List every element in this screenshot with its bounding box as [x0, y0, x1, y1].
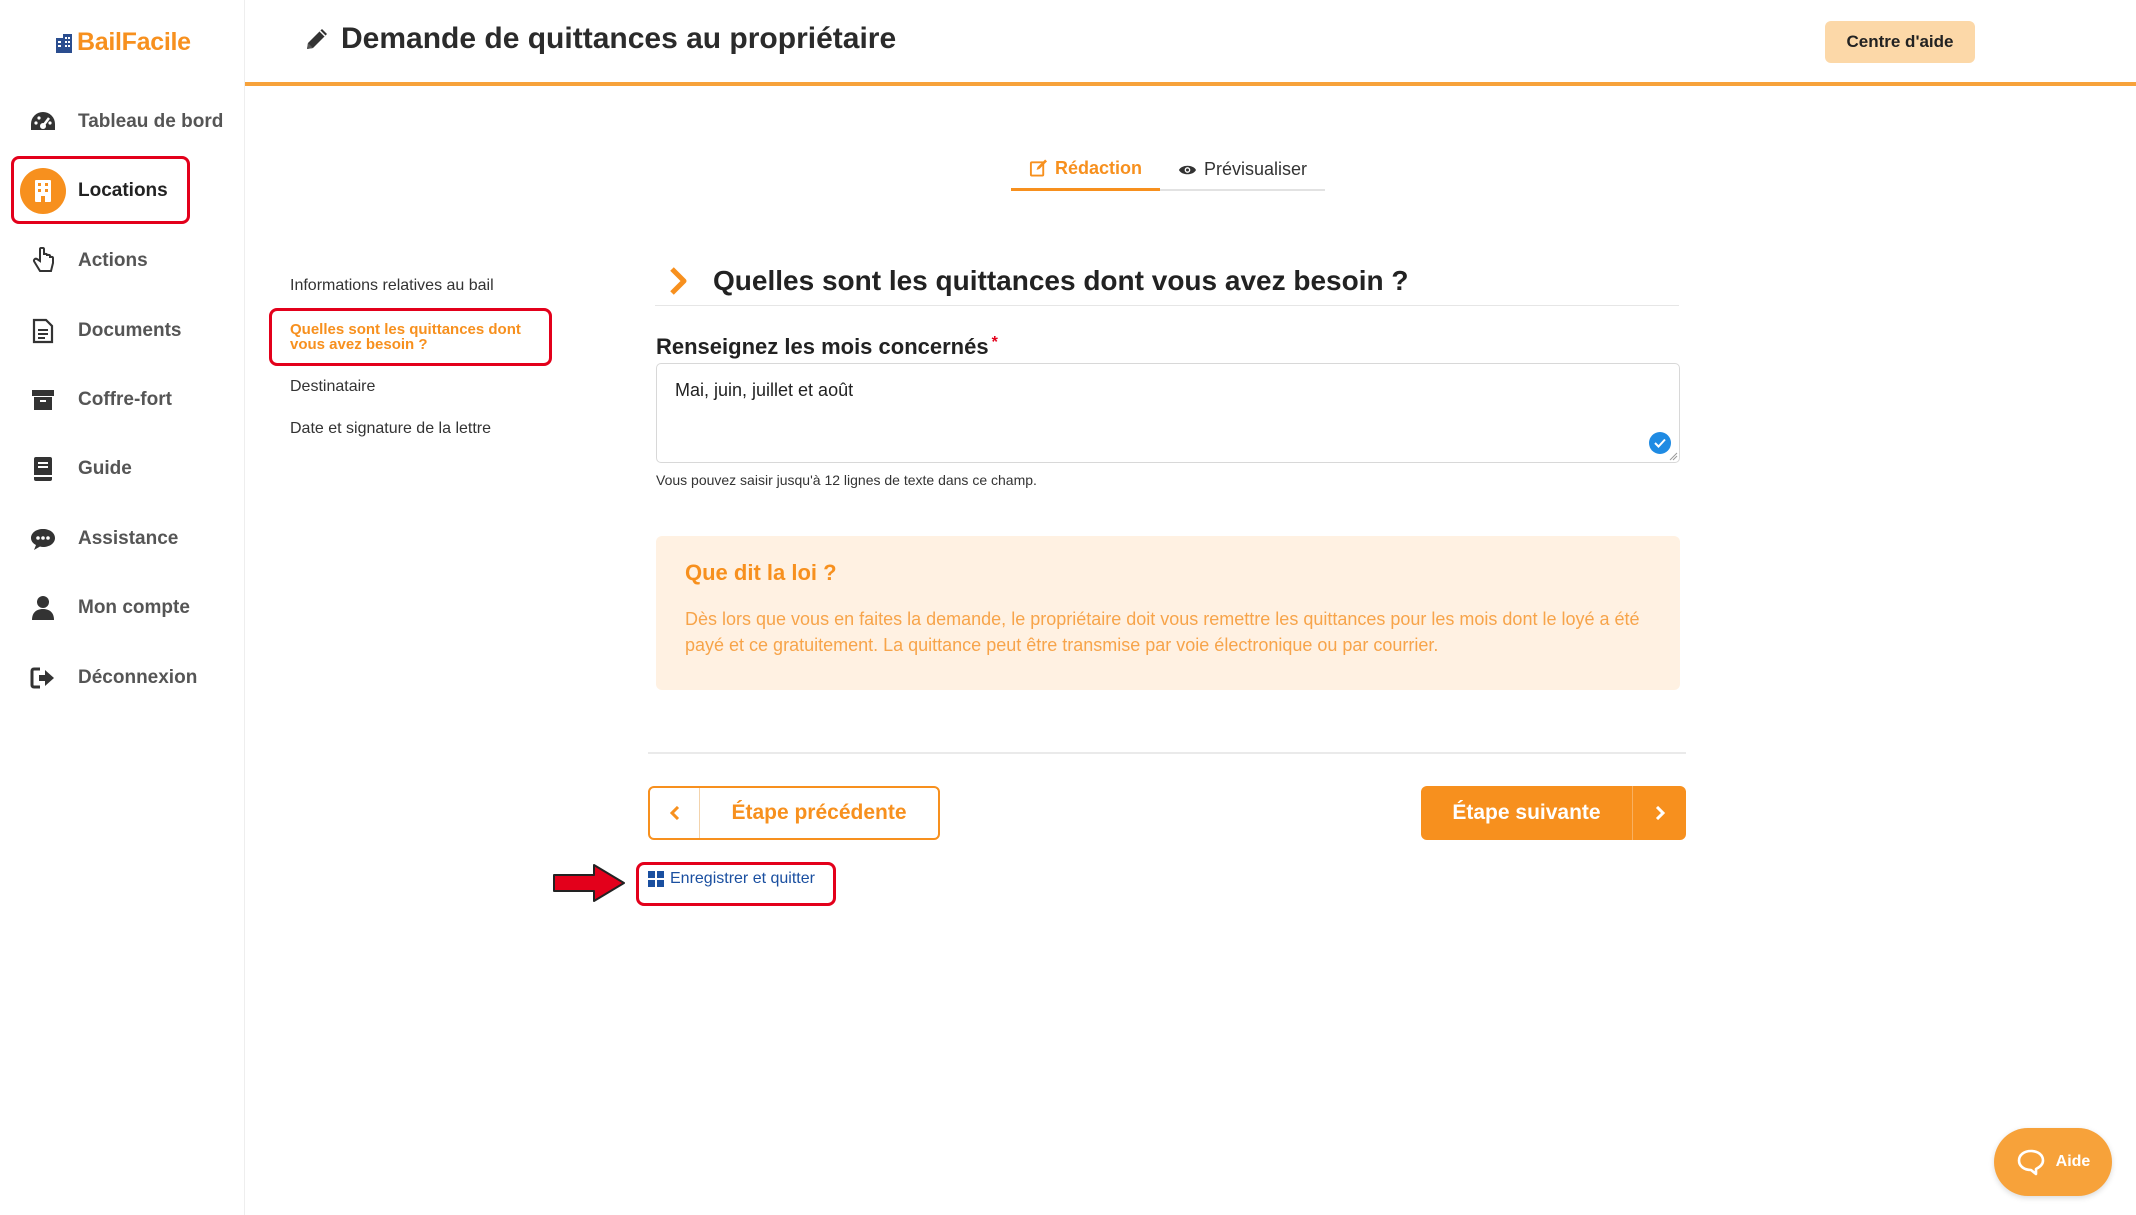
months-textarea[interactable]: Mai, juin, juillet et août — [656, 363, 1680, 463]
building-icon — [20, 168, 66, 214]
page-title-text: Demande de quittances au propriétaire — [341, 22, 897, 55]
tab-redaction[interactable]: Rédaction — [1011, 148, 1160, 191]
sidebar-item-guide[interactable]: Guide — [12, 436, 188, 502]
sidebar-item-actions[interactable]: Actions — [12, 228, 188, 294]
dashboard-icon — [28, 107, 58, 137]
law-title: Que dit la loi ? — [685, 560, 837, 585]
chevron-right-icon — [1632, 786, 1686, 840]
sidebar: BailFacile Tableau de bord Locations Act… — [0, 0, 245, 1215]
sidebar-item-label: Mon compte — [78, 597, 190, 618]
tab-label: Prévisualiser — [1203, 159, 1307, 179]
field-label-text: Renseignez les mois concernés — [656, 334, 989, 359]
sidebar-item-locations[interactable]: Locations — [12, 158, 188, 224]
help-chat-label: Aide — [2055, 1153, 2091, 1170]
law-text: Dès lors que vous en faites la demande, … — [685, 609, 1640, 655]
sidebar-item-mon-compte[interactable]: Mon compte — [12, 575, 190, 641]
sidebar-item-label: Actions — [78, 250, 148, 271]
sidebar-item-label: Guide — [78, 458, 132, 479]
sidebar-item-label: Déconnexion — [78, 667, 198, 688]
red-arrow-icon — [553, 864, 625, 902]
next-step-button[interactable]: Étape suivante — [1421, 786, 1686, 840]
sidebar-item-label: Coffre-fort — [78, 389, 172, 410]
save-and-quit-label: Enregistrer et quitter — [670, 870, 815, 887]
chat-icon — [2017, 1149, 2044, 1176]
sidebar-item-documents[interactable]: Documents — [12, 298, 188, 364]
editor-tabs: Rédaction Prévisualiser — [1011, 148, 1325, 191]
logo-text: BailFacile — [77, 28, 191, 56]
previous-step-label: Étape précédente — [731, 801, 907, 824]
document-icon — [28, 316, 58, 346]
field-hint: Vous pouvez saisir jusqu'à 12 lignes de … — [656, 472, 1037, 488]
sidebar-item-label: Tableau de bord — [78, 111, 224, 132]
step-item-date-signature[interactable]: Date et signature de la lettre — [290, 420, 491, 438]
hand-pointer-icon — [28, 246, 58, 276]
archive-box-icon — [28, 385, 58, 415]
logout-icon — [28, 663, 58, 693]
divider — [648, 752, 1686, 754]
section-header: Quelles sont les quittances dont vous av… — [655, 256, 1679, 306]
law-info-box: Que dit la loi ? Dès lors que vous en fa… — [656, 536, 1680, 690]
sidebar-item-assistance[interactable]: Assistance — [12, 506, 188, 572]
sidebar-item-label: Assistance — [78, 528, 179, 549]
help-chat-button[interactable]: Aide — [1994, 1128, 2112, 1196]
logo[interactable]: BailFacile — [55, 28, 191, 57]
page-header: Demande de quittances au propriétaire Ce… — [245, 0, 2136, 86]
step-item-bail[interactable]: Informations relatives au bail — [290, 277, 494, 295]
textarea-value: Mai, juin, juillet et août — [675, 380, 854, 400]
book-icon — [28, 454, 58, 484]
help-center-button[interactable]: Centre d'aide — [1825, 21, 1975, 63]
resize-grip-icon[interactable] — [1668, 451, 1678, 461]
sidebar-item-label: Locations — [78, 180, 168, 201]
pencil-icon — [307, 29, 327, 49]
section-title: Quelles sont les quittances dont vous av… — [713, 264, 1409, 296]
grid-icon — [648, 871, 664, 887]
sidebar-item-deconnexion[interactable]: Déconnexion — [12, 645, 197, 711]
edit-icon — [1029, 159, 1048, 177]
save-and-quit-link[interactable]: Enregistrer et quitter — [648, 870, 815, 888]
tab-label: Rédaction — [1054, 157, 1142, 178]
next-step-label: Étape suivante — [1452, 801, 1601, 824]
chevron-right-icon — [670, 266, 687, 295]
page-title: Demande de quittances au propriétaire — [303, 22, 896, 56]
chevron-left-icon — [650, 788, 700, 838]
field-label: Renseignez les mois concernés * — [656, 334, 998, 360]
step-item-destinataire[interactable]: Destinataire — [290, 378, 375, 396]
tab-previsualiser[interactable]: Prévisualiser — [1160, 148, 1325, 191]
sidebar-item-tableau-de-bord[interactable]: Tableau de bord — [12, 89, 223, 155]
building-logo-icon — [56, 33, 72, 53]
eye-icon — [1178, 165, 1197, 174]
required-mark: * — [991, 334, 998, 351]
chat-bubble-icon — [28, 524, 58, 554]
sidebar-item-coffre-fort[interactable]: Coffre-fort — [12, 367, 188, 433]
previous-step-button[interactable]: Étape précédente — [648, 786, 940, 840]
step-item-quittances[interactable]: Quelles sont les quittances dont vous av… — [290, 322, 550, 352]
user-icon — [28, 593, 58, 623]
sidebar-item-label: Documents — [78, 320, 182, 341]
